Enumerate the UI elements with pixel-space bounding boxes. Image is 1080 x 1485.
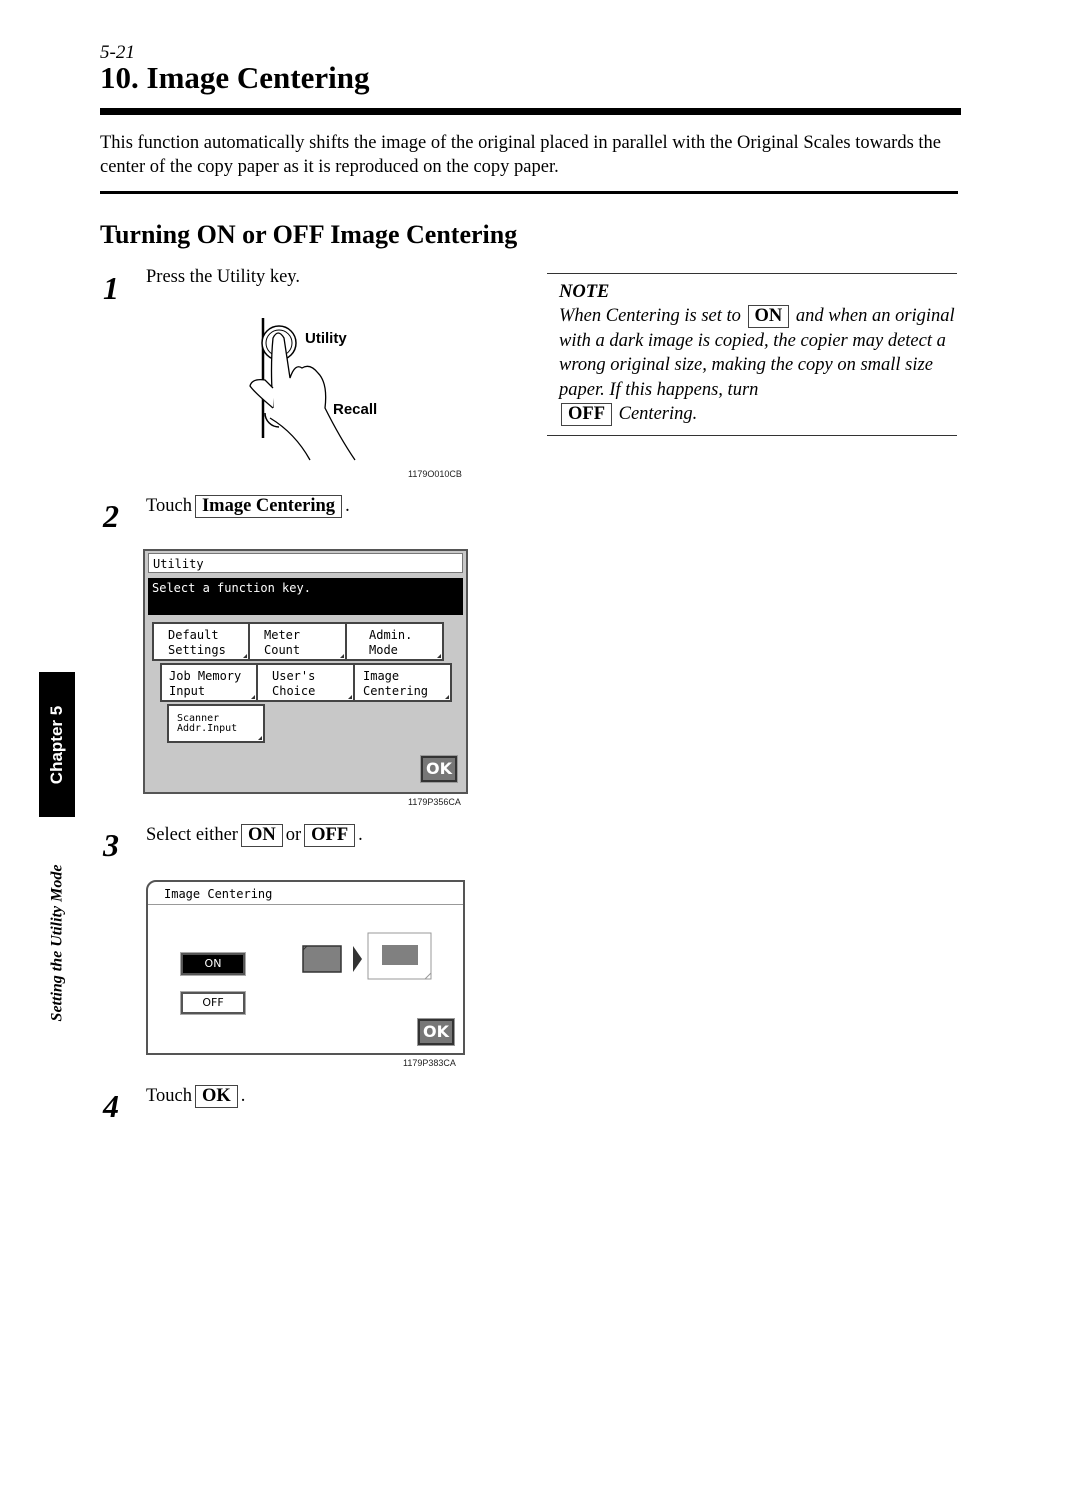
figure-code: 1179P356CA <box>408 797 461 807</box>
job-memory-input-key[interactable]: Job Memory Input <box>160 663 258 702</box>
title-rule <box>100 108 961 115</box>
recall-key-label: Recall <box>333 401 378 418</box>
step-1-text: Press the Utility key. <box>146 267 300 287</box>
centering-ok-button[interactable]: OK <box>417 1018 455 1046</box>
step-2-number: 2 <box>103 498 119 534</box>
centering-on-button[interactable]: ON <box>180 952 246 976</box>
off-key: OFF <box>304 824 356 847</box>
image-centering-diagram-icon <box>302 932 432 980</box>
note-body: When Centering is set to ON and when an … <box>559 304 957 427</box>
step-4-prefix: Touch <box>146 1086 192 1106</box>
step-3-suffix: . <box>358 825 363 845</box>
section-side-label: Setting the Utility Mode <box>39 838 75 1048</box>
note-on-key: ON <box>747 305 790 328</box>
step-4-number: 4 <box>103 1088 119 1124</box>
scanner-addr-input-key[interactable]: Scanner Addr.Input <box>167 704 265 743</box>
users-choice-key[interactable]: User's Choice <box>256 663 355 702</box>
chapter-tab-label: Chapter 5 <box>47 705 67 784</box>
step-3-middle: or <box>285 825 302 845</box>
page-title: 10. Image Centering <box>100 60 370 95</box>
section-title: Turning ON or OFF Image Centering <box>100 220 518 249</box>
image-centering-key: Image Centering <box>194 495 343 518</box>
on-key: ON <box>240 824 283 847</box>
figure-code: 1179P383CA <box>403 1058 456 1068</box>
image-centering-function-key[interactable]: Image Centering <box>353 663 452 702</box>
intro-paragraph: This function automatically shifts the i… <box>100 133 942 177</box>
default-settings-key[interactable]: Default Settings <box>152 622 250 661</box>
step-2-suffix: . <box>345 496 350 516</box>
admin-mode-key[interactable]: Admin. Mode <box>345 622 444 661</box>
note-text-1: When Centering is set to <box>559 306 741 326</box>
note-text-3: Centering. <box>618 404 698 424</box>
figure-code: 1179O010CB <box>408 469 462 479</box>
step-3-text: Select either ON or OFF. <box>146 824 363 847</box>
step-4-suffix: . <box>240 1086 246 1106</box>
utility-ok-button[interactable]: OK <box>420 755 458 783</box>
note-box: NOTE When Centering is set to ON and whe… <box>547 273 957 436</box>
section-side-label-text: Setting the Utility Mode <box>48 864 66 1022</box>
section-rule <box>100 191 958 194</box>
centering-off-button[interactable]: OFF <box>180 991 246 1015</box>
step-3-prefix: Select either <box>146 825 238 845</box>
chapter-tab: Chapter 5 <box>39 672 75 817</box>
step-3-number: 3 <box>103 827 119 863</box>
meter-count-key[interactable]: Meter Count <box>248 622 347 661</box>
ok-key: OK <box>194 1085 238 1108</box>
utility-screen-message: Select a function key. <box>148 578 463 615</box>
step-1-number: 1 <box>103 270 119 306</box>
utility-screen-title: Utility <box>148 553 463 573</box>
utility-screen: Utility Select a function key. Default S… <box>143 549 468 794</box>
step-4-text: Touch OK. <box>146 1085 245 1108</box>
note-off-key: OFF <box>561 403 612 426</box>
step-2-prefix: Touch <box>146 496 192 516</box>
step-2-text: Touch Image Centering. <box>146 495 350 518</box>
note-title: NOTE <box>559 282 610 302</box>
utility-key-label: Utility <box>305 330 347 347</box>
image-centering-screen-title: Image Centering <box>148 882 463 905</box>
image-centering-screen: Image Centering ON OFF OK <box>146 880 465 1055</box>
